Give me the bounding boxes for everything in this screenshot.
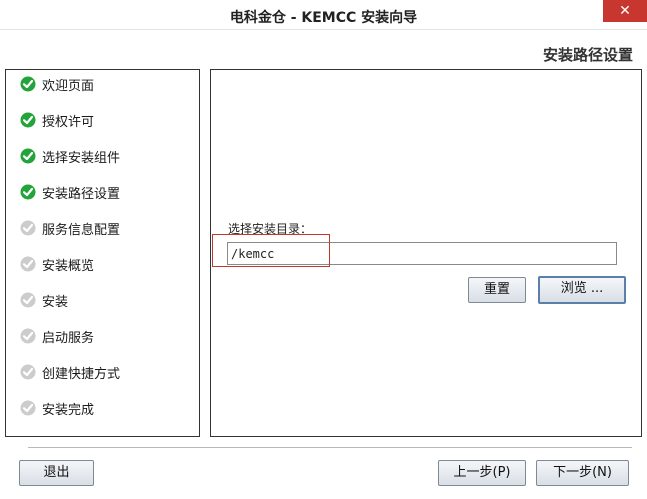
step-item-overview: 安装概览	[20, 254, 94, 274]
check-icon	[20, 76, 36, 92]
pending-check-icon	[20, 292, 36, 308]
prev-button[interactable]: 上一步(P)	[438, 460, 526, 486]
step-label: 授权许可	[42, 114, 95, 130]
main-panel: 选择安装目录： 重置 浏览 ...	[210, 69, 642, 437]
check-icon	[20, 148, 36, 164]
step-label: 安装	[42, 294, 69, 310]
page-heading: 安装路径设置	[542, 46, 633, 64]
step-item-welcome: 欢迎页面	[20, 74, 94, 94]
step-item-finish: 安装完成	[20, 398, 94, 418]
step-item-service-config: 服务信息配置	[20, 218, 120, 238]
browse-button[interactable]: 浏览 ...	[538, 276, 626, 304]
step-label: 安装路径设置	[42, 186, 121, 202]
step-label: 欢迎页面	[42, 78, 95, 94]
step-item-start-service: 启动服务	[20, 326, 94, 346]
step-item-install-path: 安装路径设置	[20, 182, 120, 202]
step-label: 创建快捷方式	[42, 366, 121, 382]
step-label: 安装概览	[42, 258, 95, 274]
step-item-install: 安装	[20, 290, 68, 310]
pending-check-icon	[20, 400, 36, 416]
pending-check-icon	[20, 328, 36, 344]
steps-panel: 欢迎页面 授权许可 选择安装组件 安装路径设置 服务信息配置 安装概览 安装 启…	[5, 69, 200, 437]
window-title: 电科金仓 - KEMCC 安装向导	[229, 10, 418, 26]
highlight-annotation	[212, 234, 330, 267]
close-button[interactable]: ✕	[603, 0, 647, 22]
step-item-license: 授权许可	[20, 110, 94, 130]
exit-button[interactable]: 退出	[19, 460, 94, 486]
step-item-shortcut: 创建快捷方式	[20, 362, 120, 382]
step-label: 服务信息配置	[42, 222, 121, 238]
footer-separator	[28, 447, 632, 448]
step-label: 选择安装组件	[42, 150, 121, 166]
check-icon	[20, 184, 36, 200]
title-bar: 电科金仓 - KEMCC 安装向导 ✕	[0, 0, 647, 30]
check-icon	[20, 112, 36, 128]
next-button[interactable]: 下一步(N)	[536, 460, 629, 486]
step-label: 启动服务	[42, 330, 95, 346]
pending-check-icon	[20, 256, 36, 272]
step-item-components: 选择安装组件	[20, 146, 120, 166]
pending-check-icon	[20, 220, 36, 236]
pending-check-icon	[20, 364, 36, 380]
reset-button[interactable]: 重置	[468, 277, 526, 303]
step-label: 安装完成	[42, 402, 95, 418]
